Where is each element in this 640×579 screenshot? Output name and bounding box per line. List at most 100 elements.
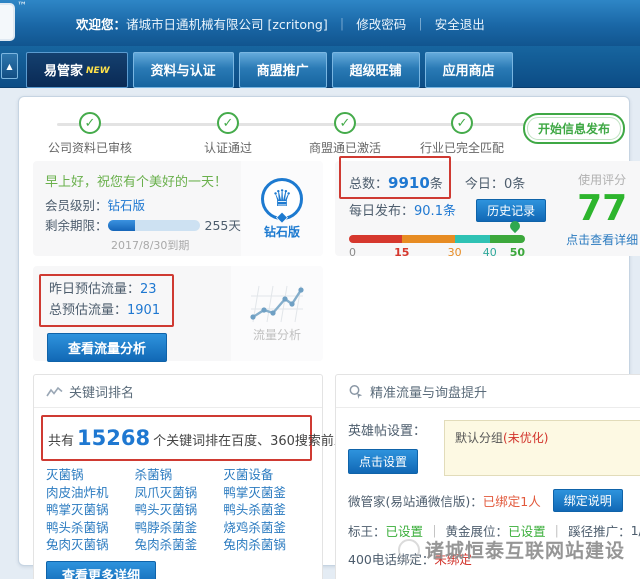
separator: ｜ — [336, 17, 349, 32]
keyword-link[interactable]: 杀菌锅 — [135, 467, 224, 483]
step-company-verified: ✓ 公司资料已审核 — [48, 112, 132, 156]
hero-settings-row: 英雄帖设置： 点击设置 默认分组(未优化) ▲ ▼ — [348, 420, 640, 476]
gold-slot-value: 已设置 — [508, 521, 546, 540]
remaining-label: 剩余期限： — [45, 218, 108, 233]
member-level-link[interactable]: 钻石版 — [108, 198, 146, 213]
keyword-link[interactable]: 灭菌设备 — [223, 467, 312, 483]
today-value: 0条 — [504, 177, 525, 192]
keyword-link[interactable]: 鸭头杀菌锅 — [46, 520, 135, 536]
hero-set-button[interactable]: 点击设置 — [348, 449, 418, 474]
history-button[interactable]: 历史记录 — [476, 199, 546, 222]
total-unit: 条 — [430, 177, 443, 192]
summary-row: 早上好，祝您有个美好的一天！ 会员级别：钻石版 剩余期限：255天 2017/8… — [33, 161, 621, 256]
expire-date: 2017/8/30到期 — [111, 237, 231, 253]
trademark-symbol: ™ — [17, 1, 27, 12]
xijing-value: 1/10 — [631, 523, 640, 538]
keyword-count: 15268 — [77, 426, 150, 450]
tab-app-store[interactable]: 应用商店 — [425, 52, 513, 88]
remaining-days: 255天 — [205, 218, 241, 233]
member-badge-zone: ♛ ◆ 钻石版 — [241, 161, 323, 256]
line-chart-icon — [249, 284, 305, 324]
member-level-label: 会员级别： — [45, 198, 108, 213]
screen: ™ 欢迎您：诸城市日通机械有限公司 [zcritong] ｜ 修改密码 ｜ 安全… — [0, 0, 640, 566]
step-alliance-activated: ✓ 商盟通已激活 — [309, 112, 381, 156]
app-logo-icon — [0, 3, 15, 41]
keyword-link[interactable]: 兔肉杀菌釜 — [135, 537, 224, 553]
yesterday-traffic-value: 23 — [140, 282, 157, 297]
greeting-card: 早上好，祝您有个美好的一天！ 会员级别：钻石版 剩余期限：255天 2017/8… — [33, 161, 323, 256]
wechat-label: 微管家(易站通微信版)： — [348, 491, 483, 510]
main-panel: ✓ 公司资料已审核 ✓ 认证通过 ✓ 商盟通已激活 ✓ 行业已完全匹配 开始信息… — [18, 96, 630, 566]
onboarding-steps: ✓ 公司资料已审核 ✓ 认证通过 ✓ 商盟通已激活 ✓ 行业已完全匹配 开始信息… — [33, 105, 621, 161]
tick-15: 15 — [394, 246, 409, 259]
keyword-link[interactable]: 灭菌锅 — [46, 467, 135, 483]
separator: ｜ — [414, 17, 427, 32]
new-badge: NEW — [86, 66, 110, 76]
xijing-label: 蹊径推广： — [568, 521, 631, 540]
total-traffic-label: 总预估流量： — [49, 303, 127, 318]
tick-50: 50 — [510, 246, 525, 259]
magnifier-cursor-icon — [348, 384, 364, 400]
tab-label: 商盟推广 — [257, 64, 309, 79]
boost-panel: 精准流量与询盘提升 英雄帖设置： 点击设置 默认分组(未优化) ▲ — [335, 374, 640, 579]
hero-group-status: (未优化) — [503, 431, 548, 445]
step-label: 公司资料已审核 — [48, 139, 132, 156]
trend-zigzag-icon — [46, 386, 63, 398]
collapse-up-button[interactable]: ▲ — [1, 53, 18, 79]
tab-yiguanjia[interactable]: 易管家NEW — [26, 52, 128, 88]
boost-panel-title: 精准流量与询盘提升 — [370, 382, 487, 401]
keyword-link[interactable]: 兔肉杀菌锅 — [223, 537, 312, 553]
more-keywords-button[interactable]: 查看更多详细 — [46, 561, 156, 579]
daily-label: 每日发布： — [349, 204, 414, 219]
annotation-box-keywords: 共有15268个关键词排在百度、360搜索前三页。 — [41, 415, 312, 461]
tab-profile-certification[interactable]: 资料与认证 — [133, 52, 234, 88]
keyword-link[interactable]: 鸭头灭菌锅 — [135, 502, 224, 518]
score-detail-link[interactable]: 点击查看详细 — [550, 231, 640, 248]
keyword-link[interactable]: 烧鸡杀菌釜 — [223, 520, 312, 536]
crown-diamond-icon: ♛ ◆ — [261, 178, 303, 220]
check-icon: ✓ — [217, 112, 239, 134]
keyword-links-grid: 灭菌锅 杀菌锅 灭菌设备 肉皮油炸机 凤爪灭菌锅 鸭掌灭菌釜 鸭掌灭菌锅 鸭头灭… — [46, 467, 312, 553]
annotation-box-traffic: 昨日预估流量：23 总预估流量：1901 — [39, 274, 174, 327]
logout-link[interactable]: 安全退出 — [435, 17, 485, 32]
keyword-link[interactable]: 凤爪灭菌锅 — [135, 485, 224, 501]
hero-settings-label: 英雄帖设置： — [348, 420, 434, 439]
check-icon: ✓ — [334, 112, 356, 134]
chart-zone-label: 流量分析 — [253, 326, 301, 343]
separator: ｜ — [551, 521, 564, 540]
total-traffic-value: 1901 — [127, 303, 160, 318]
nav-tabs: 易管家NEW 资料与认证 商盟推广 超级旺铺 应用商店 — [0, 46, 640, 88]
publish-stats-card: 总数：9910条 今日：0条 每日发布：90.1条 历史记录 — [335, 161, 640, 256]
bind-help-button[interactable]: 绑定说明 — [553, 489, 623, 512]
start-publish-button[interactable]: 开始信息发布 — [523, 113, 625, 144]
keyword-link[interactable]: 鸭掌灭菌锅 — [46, 502, 135, 518]
top-header-bar: ™ 欢迎您：诸城市日通机械有限公司 [zcritong] ｜ 修改密码 ｜ 安全… — [0, 0, 640, 46]
keyword-link[interactable]: 兔肉灭菌锅 — [46, 537, 135, 553]
biaowang-label: 标王： — [348, 521, 386, 540]
phone-bind-value: 未绑定 — [434, 549, 472, 568]
phone-bind-label: 400电话绑定： — [348, 549, 434, 568]
hero-group-box[interactable]: 默认分组(未优化) ▲ ▼ — [444, 420, 640, 476]
total-label: 总数： — [349, 177, 388, 192]
badge-label: 钻石版 — [264, 223, 300, 240]
step-certified: ✓ 认证通过 — [204, 112, 252, 156]
change-password-link[interactable]: 修改密码 — [356, 17, 406, 32]
yesterday-traffic-label: 昨日预估流量： — [49, 282, 140, 297]
keyword-link[interactable]: 鸭脖杀菌釜 — [135, 520, 224, 536]
traffic-analysis-button[interactable]: 查看流量分析 — [47, 333, 167, 362]
separator: ｜ — [428, 521, 441, 540]
check-icon: ✓ — [79, 112, 101, 134]
gauge-ticks: 0 15 30 40 50 — [349, 246, 525, 259]
tick-40: 40 — [483, 246, 497, 259]
tab-super-shop[interactable]: 超级旺铺 — [332, 52, 420, 88]
crown-glyph: ♛ — [272, 186, 293, 212]
keyword-link[interactable]: 鸭头杀菌釜 — [223, 502, 312, 518]
tab-alliance-promotion[interactable]: 商盟推广 — [239, 52, 327, 88]
gold-slot-label: 黄金展位： — [446, 521, 509, 540]
annotation-box-total: 总数：9910条 — [349, 173, 443, 192]
keyword-link[interactable]: 肉皮油炸机 — [46, 485, 135, 501]
traffic-row: 昨日预估流量：23 总预估流量：1901 查看流量分析 — [33, 266, 621, 361]
traffic-card: 昨日预估流量：23 总预估流量：1901 查看流量分析 — [33, 266, 323, 361]
company-name: 诸城市日通机械有限公司 [zcritong] — [126, 17, 328, 32]
keyword-link[interactable]: 鸭掌灭菌釜 — [223, 485, 312, 501]
